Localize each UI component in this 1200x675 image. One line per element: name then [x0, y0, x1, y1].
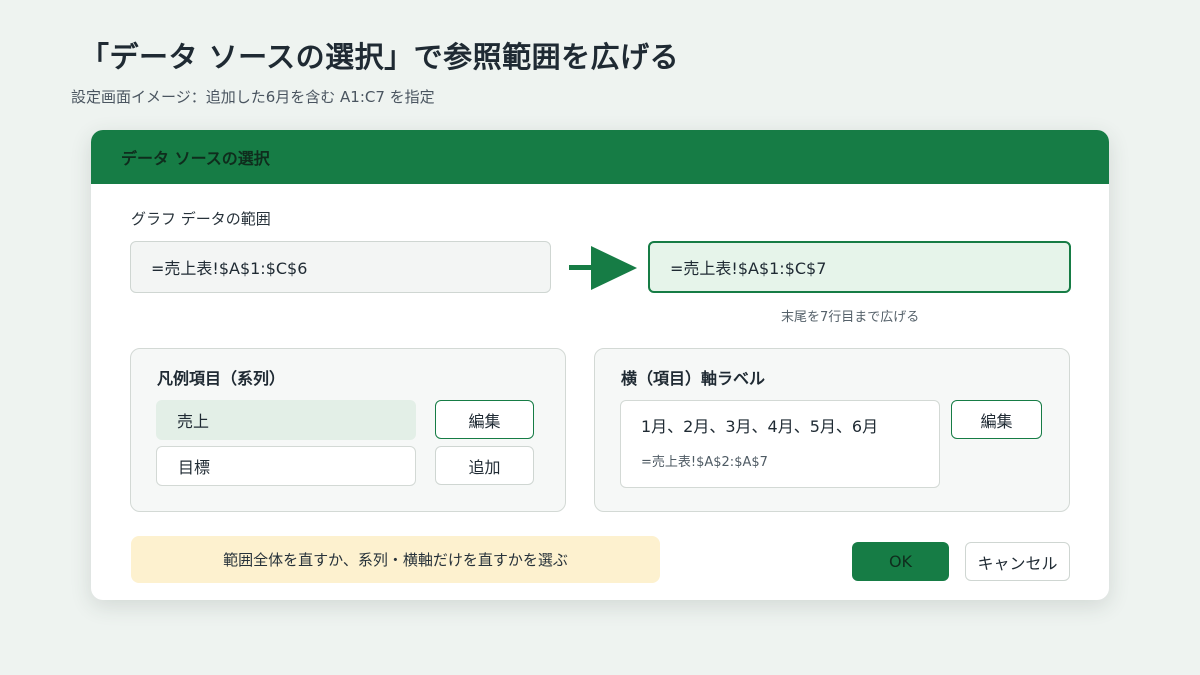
legend-entries-panel: 凡例項目（系列） 売上 目標 編集 追加	[130, 348, 566, 512]
arrow-right-icon	[569, 246, 641, 294]
legend-item-label: 目標	[178, 458, 211, 477]
edit-series-button[interactable]: 編集	[435, 400, 534, 439]
axis-labels-list[interactable]: 1月、2月、3月、4月、5月、6月 =売上表!$A$2:$A$7	[620, 400, 940, 488]
legend-item-sales[interactable]: 売上	[156, 400, 416, 440]
cancel-button[interactable]: キャンセル	[965, 542, 1070, 581]
axis-labels-heading: 横（項目）軸ラベル	[621, 369, 766, 388]
add-series-button[interactable]: 追加	[435, 446, 534, 485]
chart-data-range-label: グラフ データの範囲	[131, 210, 271, 228]
dialog-header: データ ソースの選択	[91, 130, 1109, 184]
axis-labels-panel: 横（項目）軸ラベル 1月、2月、3月、4月、5月、6月 =売上表!$A$2:$A…	[594, 348, 1070, 512]
axis-labels-reference: =売上表!$A$2:$A$7	[641, 455, 768, 470]
hint-banner: 範囲全体を直すか、系列・横軸だけを直すかを選ぶ	[131, 536, 660, 583]
legend-item-label: 売上	[177, 412, 210, 431]
ok-button[interactable]: OK	[852, 542, 949, 581]
chart-data-range-field[interactable]: =売上表!$A$1:$C$7	[648, 241, 1071, 293]
select-data-source-dialog: データ ソースの選択 グラフ データの範囲 =売上表!$A$1:$C$6 =売上…	[91, 130, 1109, 600]
page-title: 「データ ソースの選択」で参照範囲を広げる	[80, 40, 680, 74]
page-subtitle: 設定画面イメージ：追加した6月を含む A1:C7 を指定	[71, 88, 435, 106]
legend-item-target[interactable]: 目標	[156, 446, 416, 486]
range-note: 末尾を7行目まで広げる	[781, 310, 920, 325]
axis-labels-values: 1月、2月、3月、4月、5月、6月	[641, 417, 879, 436]
range-new-value: =売上表!$A$1:$C$7	[670, 259, 827, 278]
dialog-title: データ ソースの選択	[121, 149, 270, 168]
range-old-value: =売上表!$A$1:$C$6	[151, 259, 308, 278]
edit-axis-labels-button[interactable]: 編集	[951, 400, 1042, 439]
legend-entries-heading: 凡例項目（系列）	[157, 369, 286, 388]
chart-data-range-old-field[interactable]: =売上表!$A$1:$C$6	[130, 241, 551, 293]
